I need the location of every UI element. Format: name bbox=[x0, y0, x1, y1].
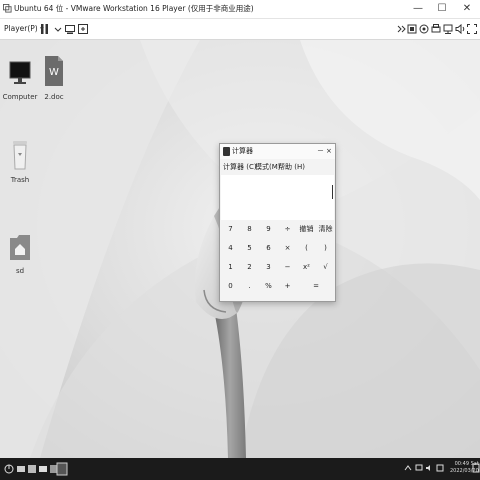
key-7[interactable]: 7 bbox=[221, 220, 240, 239]
start-icon[interactable] bbox=[4, 464, 14, 474]
calculator-close-button[interactable]: × bbox=[326, 144, 332, 159]
maximize-button[interactable]: ☐ bbox=[430, 0, 454, 18]
desktop-icon-trash[interactable]: Trash bbox=[0, 137, 40, 184]
key-subtract[interactable]: − bbox=[278, 258, 297, 277]
calculator-title-bar[interactable]: 计算器 － × bbox=[220, 144, 335, 159]
desktop-icon-label: 2.doc bbox=[44, 93, 64, 101]
menu-mode[interactable]: 模式(M) bbox=[255, 159, 281, 175]
key-9[interactable]: 9 bbox=[259, 220, 278, 239]
volume-icon[interactable] bbox=[425, 464, 433, 472]
desktop-icon-sd[interactable]: sd bbox=[0, 232, 40, 275]
key-add[interactable]: + bbox=[278, 277, 297, 296]
notification-icon[interactable] bbox=[472, 463, 480, 473]
menu-help[interactable]: 帮助 (H) bbox=[278, 159, 305, 175]
sound-icon[interactable] bbox=[454, 23, 466, 35]
calculator-icon bbox=[223, 147, 230, 156]
close-button[interactable]: ✕ bbox=[455, 0, 479, 18]
key-0[interactable]: 0 bbox=[221, 277, 240, 296]
desktop-icon-label: Trash bbox=[10, 176, 30, 184]
window-title-bar: Ubuntu 64 位 - VMware Workstation 16 Play… bbox=[0, 0, 480, 19]
key-3[interactable]: 3 bbox=[259, 258, 278, 277]
home-folder-icon bbox=[10, 235, 30, 260]
window-title: Ubuntu 64 位 - VMware Workstation 16 Play… bbox=[14, 4, 254, 13]
vmware-toolbar: Player(P) ▾ bbox=[0, 19, 480, 40]
browser-icon[interactable] bbox=[27, 464, 37, 474]
calculator-title: 计算器 bbox=[232, 147, 253, 155]
doc-icon: W bbox=[45, 56, 63, 86]
network-icon[interactable] bbox=[442, 23, 454, 35]
key-decimal[interactable]: . bbox=[240, 277, 259, 296]
key-square[interactable]: x² bbox=[297, 258, 316, 277]
taskbar: 00:49 Sat 2022/03/20 bbox=[0, 458, 480, 480]
chevron-up-icon[interactable] bbox=[404, 464, 412, 472]
calculator-display[interactable] bbox=[221, 175, 334, 220]
key-2[interactable]: 2 bbox=[240, 258, 259, 277]
key-5[interactable]: 5 bbox=[240, 239, 259, 258]
minimize-button[interactable]: — bbox=[406, 0, 430, 18]
calculator-window[interactable]: 计算器 － × 计算器 (C) 模式(M) 帮助 (H) 7 8 9 ÷ 撤销 … bbox=[219, 143, 336, 302]
ime-icon[interactable] bbox=[436, 464, 444, 472]
calculator-menu-bar: 计算器 (C) 模式(M) 帮助 (H) bbox=[220, 159, 335, 175]
key-close-paren[interactable]: ) bbox=[316, 239, 335, 258]
fullscreen-icon[interactable] bbox=[466, 23, 478, 35]
printer-icon[interactable] bbox=[430, 23, 442, 35]
network-tray-icon[interactable] bbox=[415, 464, 423, 472]
key-open-paren[interactable]: ( bbox=[297, 239, 316, 258]
calculator-minimize-button[interactable]: － bbox=[317, 144, 324, 158]
key-6[interactable]: 6 bbox=[259, 239, 278, 258]
key-percent[interactable]: % bbox=[259, 277, 278, 296]
snapshot-icon[interactable] bbox=[77, 23, 89, 35]
key-4[interactable]: 4 bbox=[221, 239, 240, 258]
key-sqrt[interactable]: √ bbox=[316, 258, 335, 277]
key-multiply[interactable]: × bbox=[278, 239, 297, 258]
desktop-icon-2doc[interactable]: W 2.doc bbox=[34, 54, 74, 101]
text-caret bbox=[332, 185, 333, 199]
dropdown-arrow-icon[interactable] bbox=[52, 23, 64, 35]
mail-icon[interactable] bbox=[38, 464, 48, 474]
trash-icon bbox=[13, 141, 27, 170]
monitor-icon bbox=[9, 61, 31, 84]
send-ctrl-alt-del-icon[interactable] bbox=[64, 23, 76, 35]
usb-icon[interactable] bbox=[418, 23, 430, 35]
pause-icon[interactable] bbox=[39, 23, 51, 35]
desktop-icon-label: sd bbox=[15, 267, 25, 275]
guest-desktop[interactable]: Computer W 2.doc Trash sd 计算器 － × 计算器 (C… bbox=[0, 40, 480, 458]
key-clear[interactable]: 清除 bbox=[316, 220, 335, 239]
file-explorer-icon[interactable] bbox=[16, 464, 26, 474]
removable-device-icon[interactable] bbox=[406, 23, 418, 35]
calculator-keypad: 7 8 9 ÷ 撤销 清除 4 5 6 × ( ) 1 2 3 − x² √ 0… bbox=[220, 220, 335, 301]
key-divide[interactable]: ÷ bbox=[278, 220, 297, 239]
vmware-app-icon bbox=[3, 4, 12, 13]
svg-text:W: W bbox=[49, 67, 59, 78]
key-equals[interactable]: = bbox=[297, 277, 335, 296]
key-8[interactable]: 8 bbox=[240, 220, 259, 239]
vmware-taskbar-icon[interactable] bbox=[56, 462, 68, 476]
key-undo[interactable]: 撤销 bbox=[297, 220, 316, 239]
key-1[interactable]: 1 bbox=[221, 258, 240, 277]
menu-calculator[interactable]: 计算器 (C) bbox=[223, 159, 257, 175]
